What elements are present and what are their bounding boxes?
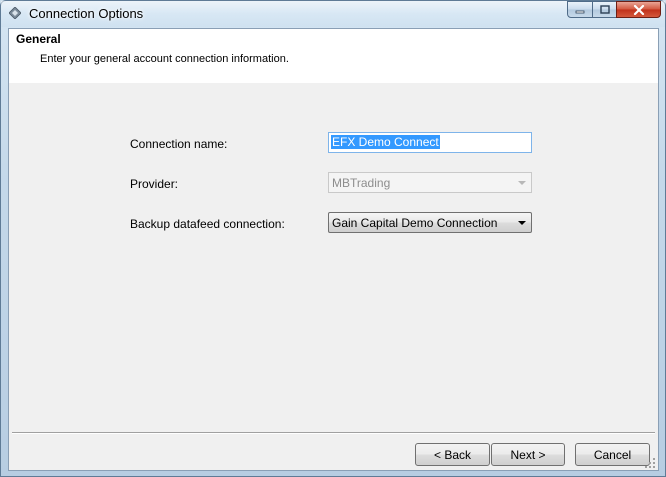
back-button[interactable]: < Back — [415, 443, 490, 466]
maximize-button[interactable] — [592, 1, 617, 18]
footer-divider — [12, 432, 655, 434]
window-title: Connection Options — [29, 6, 144, 21]
backup-datafeed-label: Backup datafeed connection: — [130, 217, 285, 231]
close-button[interactable] — [616, 1, 661, 18]
connection-name-input[interactable]: EFX Demo Connect — [328, 132, 532, 153]
connection-name-label: Connection name: — [130, 137, 228, 151]
wizard-header: General Enter your general account conne… — [9, 29, 658, 83]
provider-dropdown: MBTrading — [328, 172, 532, 193]
minimize-icon — [575, 10, 585, 13]
resize-grip-icon[interactable] — [645, 458, 655, 468]
connection-options-window: Connection Options General Enter your ge… — [0, 0, 666, 477]
close-icon — [633, 4, 644, 15]
page-description: Enter your general account connection in… — [40, 53, 289, 65]
maximize-icon — [599, 5, 610, 14]
provider-label: Provider: — [130, 177, 179, 191]
cancel-button[interactable]: Cancel — [575, 443, 650, 466]
provider-value: MBTrading — [332, 176, 391, 190]
backup-datafeed-value: Gain Capital Demo Connection — [332, 216, 498, 230]
chevron-down-icon — [518, 221, 526, 225]
next-button[interactable]: Next > — [491, 443, 565, 466]
backup-datafeed-dropdown[interactable]: Gain Capital Demo Connection — [328, 212, 532, 233]
dialog-client-area: General Enter your general account conne… — [8, 28, 659, 471]
diamond-app-icon — [9, 7, 21, 19]
minimize-button[interactable] — [567, 1, 593, 18]
title-bar[interactable]: Connection Options — [1, 1, 665, 27]
page-title: General — [16, 32, 61, 46]
connection-name-value: EFX Demo Connect — [331, 135, 440, 149]
chevron-down-icon — [518, 181, 526, 185]
